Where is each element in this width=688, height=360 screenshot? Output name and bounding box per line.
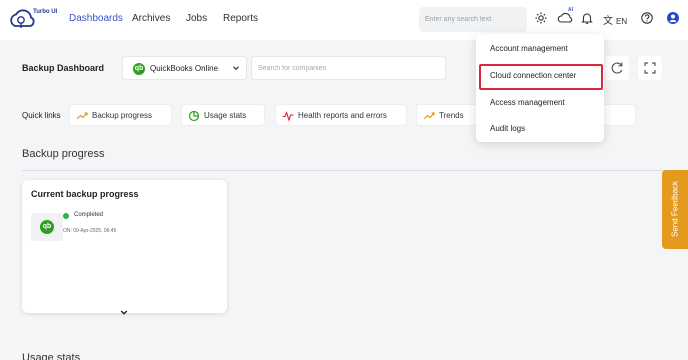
- quickbooks-icon: qb: [40, 220, 54, 234]
- quick-link-health-reports[interactable]: Health reports and errors: [275, 104, 407, 126]
- menu-item-account-management[interactable]: Account management: [490, 44, 568, 53]
- menu-item-audit-logs[interactable]: Audit logs: [490, 124, 525, 133]
- global-search[interactable]: [419, 7, 527, 32]
- language-selector[interactable]: 文 EN: [603, 12, 627, 27]
- trend-up-icon: [423, 112, 435, 120]
- quick-link-usage-stats[interactable]: Usage stats: [181, 104, 265, 126]
- source-select-value: QuickBooks Online: [150, 64, 219, 73]
- send-feedback-label: Send Feedback: [670, 180, 680, 238]
- pulse-icon: [282, 110, 294, 122]
- user-icon[interactable]: [666, 11, 680, 25]
- refresh-icon: [611, 62, 623, 74]
- nav-item-archives[interactable]: Archives: [132, 13, 170, 24]
- fullscreen-button[interactable]: [638, 56, 662, 80]
- status-badge: Completed: [74, 212, 104, 218]
- gear-icon[interactable]: [534, 11, 548, 25]
- quick-link-backup-progress[interactable]: Backup progress: [69, 104, 172, 126]
- cloud-ai-icon[interactable]: [557, 11, 573, 25]
- pie-icon: [188, 110, 200, 122]
- ai-badge: AI: [568, 7, 573, 13]
- quick-link-label: Backup progress: [92, 111, 153, 120]
- status-dot-icon: [63, 213, 69, 219]
- chevron-down-icon: [233, 66, 239, 71]
- send-feedback-tab[interactable]: Send Feedback: [662, 170, 688, 249]
- help-icon[interactable]: [640, 11, 654, 25]
- menu-item-access-management[interactable]: Access management: [490, 98, 565, 107]
- quickbooks-logo: qb: [31, 213, 63, 241]
- language-code: EN: [616, 17, 628, 26]
- nav-item-jobs[interactable]: Jobs: [186, 13, 207, 24]
- quick-link-label: Health reports and errors: [298, 111, 387, 120]
- logo-text: Turbo UI: [33, 9, 58, 15]
- card-title: Current backup progress: [31, 189, 139, 199]
- global-search-input[interactable]: [419, 7, 527, 32]
- settings-dropdown-menu: Account management Cloud connection cent…: [476, 34, 604, 142]
- section-divider: [22, 170, 688, 171]
- section-title-usage-stats: Usage stats: [22, 352, 81, 360]
- bell-icon[interactable]: [580, 11, 594, 25]
- source-select[interactable]: qb QuickBooks Online: [122, 56, 247, 80]
- turbo-cloud-logo-icon[interactable]: [8, 8, 36, 30]
- menu-item-cloud-connection-center[interactable]: Cloud connection center: [490, 71, 576, 80]
- status-timestamp: ON: 09-Apr-2025, 06:45: [63, 228, 117, 234]
- page-title: Backup Dashboard: [22, 63, 105, 73]
- quick-links-label: Quick links: [22, 111, 61, 120]
- quick-link-label: Usage stats: [204, 111, 247, 120]
- quick-link-trends[interactable]: Trends: [416, 104, 480, 126]
- quick-link-label: Trends: [439, 111, 464, 120]
- quickbooks-icon: qb: [133, 63, 145, 75]
- company-search-input[interactable]: [252, 57, 445, 80]
- trend-up-icon: [76, 112, 88, 120]
- company-search[interactable]: [251, 56, 446, 80]
- translate-icon: 文: [603, 16, 613, 27]
- nav-item-dashboards[interactable]: Dashboards: [69, 13, 123, 24]
- expand-card-button[interactable]: [112, 306, 136, 324]
- expand-icon: [644, 62, 656, 74]
- refresh-button[interactable]: [605, 56, 629, 80]
- section-title-backup-progress: Backup progress: [22, 148, 105, 160]
- current-backup-progress-card: Current backup progress qb Completed ON:…: [22, 180, 227, 315]
- nav-item-reports[interactable]: Reports: [223, 13, 258, 24]
